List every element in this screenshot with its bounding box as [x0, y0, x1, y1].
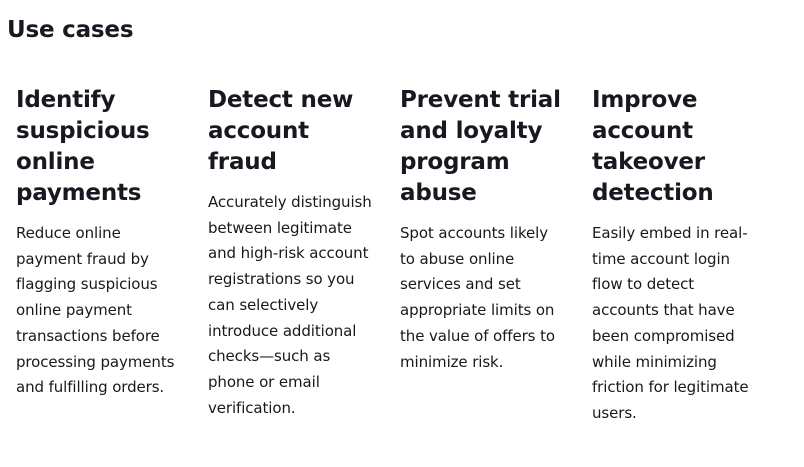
- card-description: Easily embed in real-time account login …: [592, 224, 749, 422]
- card-title: Detect new account fraud: [208, 87, 354, 175]
- use-case-card-payments: Identify suspicious online payments Redu…: [16, 85, 208, 427]
- card-description: Spot accounts likely to abuse online ser…: [400, 224, 555, 371]
- card-title: Improve account takeover detection: [592, 87, 714, 206]
- use-case-card-new-account: Detect new account fraud Accurately dist…: [208, 85, 400, 427]
- card-title: Prevent trial and loyalty program abuse: [400, 87, 561, 206]
- card-description: Reduce online payment fraud by flagging …: [16, 224, 175, 397]
- card-title: Identify suspicious online payments: [16, 87, 150, 206]
- section-title: Use cases: [7, 17, 134, 43]
- use-case-card-account-takeover: Improve account takeover detection Easil…: [592, 85, 784, 427]
- card-description: Accurately distinguish between legitimat…: [208, 193, 372, 417]
- use-case-card-trial-abuse: Prevent trial and loyalty program abuse …: [400, 85, 592, 427]
- use-case-cards: Identify suspicious online payments Redu…: [16, 85, 784, 427]
